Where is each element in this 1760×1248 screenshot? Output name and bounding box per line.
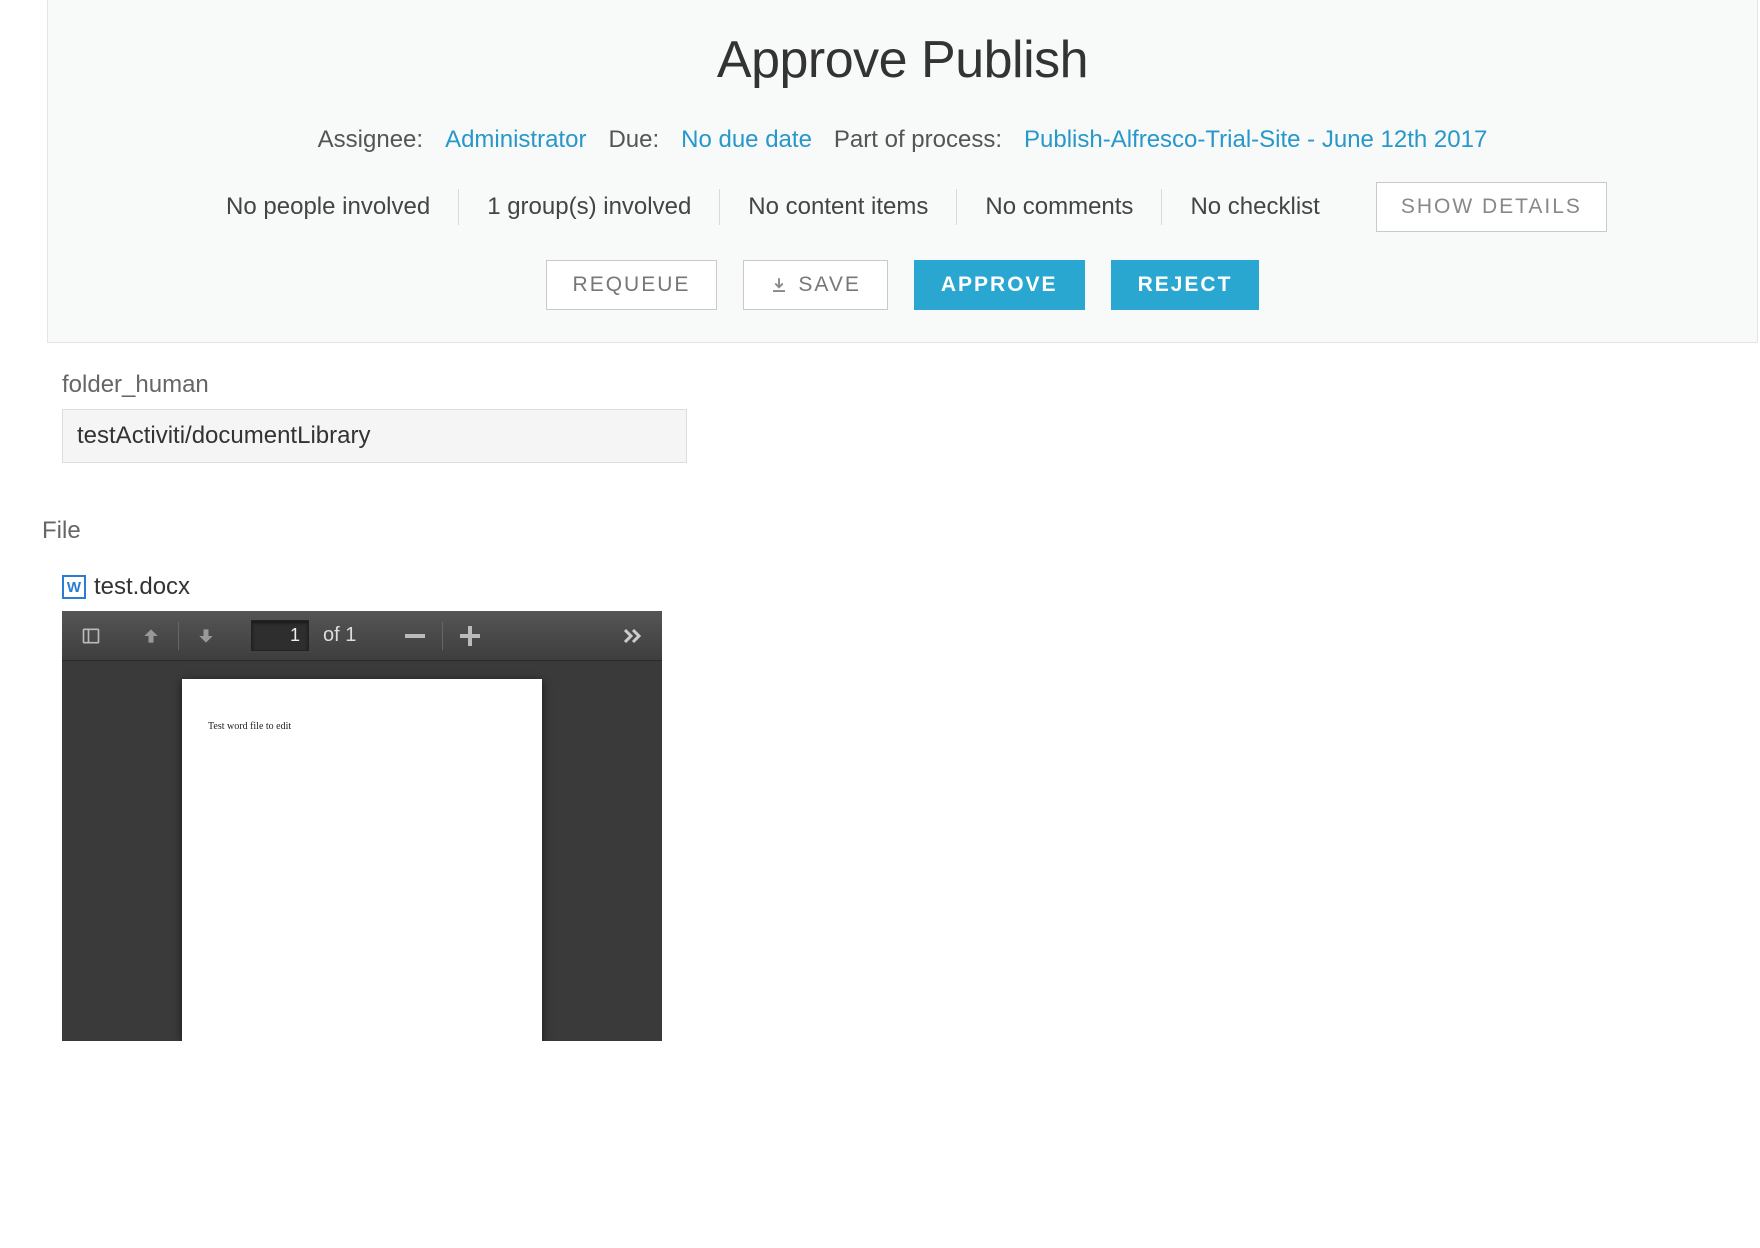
viewer-body[interactable]: Test word file to edit xyxy=(62,661,662,1041)
file-row[interactable]: W test.docx xyxy=(62,573,1710,601)
file-section-label: File xyxy=(42,517,1710,545)
file-name: test.docx xyxy=(94,573,190,601)
process-link[interactable]: Publish-Alfresco-Trial-Site - June 12th … xyxy=(1024,126,1487,154)
show-details-button[interactable]: SHOW DETAILS xyxy=(1376,182,1607,232)
toolbar-separator xyxy=(178,622,179,650)
info-row: No people involved 1 group(s) involved N… xyxy=(88,182,1717,232)
info-people[interactable]: No people involved xyxy=(198,189,459,225)
word-doc-icon: W xyxy=(62,575,86,599)
save-label: SAVE xyxy=(798,273,860,297)
due-link[interactable]: No due date xyxy=(681,126,812,154)
approve-button[interactable]: APPROVE xyxy=(914,260,1085,310)
page-number-input[interactable] xyxy=(251,620,309,651)
document-text: Test word file to edit xyxy=(208,721,516,732)
task-header-panel: Approve Publish Assignee: Administrator … xyxy=(47,0,1758,343)
info-content[interactable]: No content items xyxy=(720,189,957,225)
action-row: REQUEUE SAVE APPROVE REJECT xyxy=(88,260,1717,310)
prev-page-icon[interactable] xyxy=(136,621,166,651)
document-viewer: of 1 Test word file to edit xyxy=(62,611,662,1041)
viewer-toolbar: of 1 xyxy=(62,611,662,661)
expand-tools-icon[interactable] xyxy=(618,621,648,651)
form-area: folder_human File W test.docx xyxy=(12,343,1760,1041)
info-checklist[interactable]: No checklist xyxy=(1162,189,1347,225)
due-label: Due: xyxy=(608,126,659,154)
reject-button[interactable]: REJECT xyxy=(1111,260,1260,310)
folder-label: folder_human xyxy=(62,371,1710,399)
page-total-label: of 1 xyxy=(323,624,356,647)
zoom-out-icon[interactable] xyxy=(400,621,430,651)
info-groups[interactable]: 1 group(s) involved xyxy=(459,189,720,225)
save-button[interactable]: SAVE xyxy=(743,260,887,310)
folder-input[interactable] xyxy=(62,409,687,463)
assignee-label: Assignee: xyxy=(318,126,423,154)
sidebar-toggle-icon[interactable] xyxy=(76,621,106,651)
page-title: Approve Publish xyxy=(88,30,1717,90)
next-page-icon[interactable] xyxy=(191,621,221,651)
info-comments[interactable]: No comments xyxy=(957,189,1162,225)
zoom-in-icon[interactable] xyxy=(455,621,485,651)
document-page: Test word file to edit xyxy=(182,679,542,1041)
process-label: Part of process: xyxy=(834,126,1002,154)
toolbar-separator xyxy=(442,622,443,650)
assignee-link[interactable]: Administrator xyxy=(445,126,586,154)
download-icon xyxy=(770,276,788,294)
requeue-button[interactable]: REQUEUE xyxy=(546,260,718,310)
meta-row: Assignee: Administrator Due: No due date… xyxy=(88,126,1717,154)
